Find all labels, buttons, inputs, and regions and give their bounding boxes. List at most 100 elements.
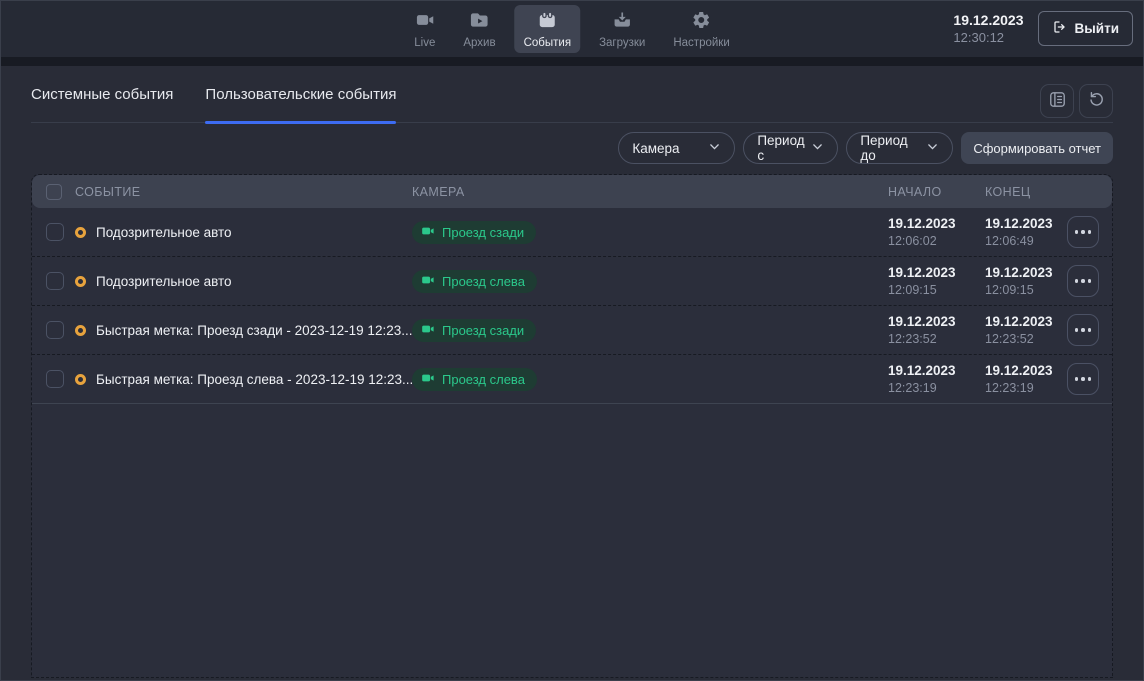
- logout-icon: [1052, 19, 1068, 38]
- start-date: 19.12.2023: [888, 313, 985, 331]
- orange-ring-icon: [75, 227, 86, 238]
- event-name: Подозрительное авто: [96, 225, 232, 240]
- nav-label: События: [524, 37, 571, 49]
- column-header-event: СОБЫТИЕ: [75, 185, 412, 199]
- content: Системные события Пользовательские событ…: [1, 66, 1143, 680]
- video-camera-icon: [421, 224, 435, 241]
- events-table: СОБЫТИЕ КАМЕРА НАЧАЛО КОНЕЦ Подозрительн…: [31, 174, 1113, 678]
- table-row: Подозрительное авто Проезд слева 19.12.2…: [32, 257, 1112, 306]
- end-time: 12:23:52: [985, 331, 1063, 347]
- nav-label: Настройки: [673, 37, 729, 49]
- filter-period-from-dropdown[interactable]: Период с: [743, 132, 838, 164]
- filter-camera-dropdown[interactable]: Камера: [618, 132, 735, 164]
- row-actions-button[interactable]: [1067, 363, 1099, 395]
- filterbar: Камера Период с Период до Сформировать о…: [31, 132, 1113, 164]
- end-date: 19.12.2023: [985, 215, 1063, 233]
- row-actions-button[interactable]: [1067, 216, 1099, 248]
- start-time: 12:09:15: [888, 282, 985, 298]
- event-name: Подозрительное авто: [96, 274, 232, 289]
- refresh-icon: [1087, 90, 1106, 112]
- table-row: Быстрая метка: Проезд слева - 2023-12-19…: [32, 355, 1112, 404]
- app-window: Live Архив События Загрузки: [0, 0, 1144, 681]
- camera-name: Проезд сзади: [442, 225, 524, 240]
- tab-system-events[interactable]: Системные события: [31, 66, 173, 122]
- chevron-down-icon: [811, 140, 824, 156]
- orange-ring-icon: [75, 276, 86, 287]
- video-camera-icon: [415, 10, 435, 33]
- nav-label: Live: [414, 37, 435, 49]
- end-time: 12:06:49: [985, 233, 1063, 249]
- start-date: 19.12.2023: [888, 215, 985, 233]
- start-time: 12:23:19: [888, 380, 985, 396]
- column-header-start: НАЧАЛО: [888, 185, 985, 199]
- select-all-checkbox[interactable]: [46, 184, 62, 200]
- chevron-down-icon: [708, 140, 721, 156]
- event-name: Быстрая метка: Проезд слева - 2023-12-19…: [96, 372, 412, 387]
- video-camera-icon: [421, 273, 435, 290]
- camera-badge: Проезд слева: [412, 368, 537, 391]
- logout-label: Выйти: [1075, 21, 1120, 36]
- events-calendar-icon: [537, 10, 557, 33]
- end-date: 19.12.2023: [985, 362, 1063, 380]
- start-time: 12:06:02: [888, 233, 985, 249]
- downloads-icon: [612, 10, 632, 33]
- tab-label: Системные события: [31, 86, 173, 103]
- video-camera-icon: [421, 322, 435, 339]
- row-checkbox[interactable]: [46, 223, 64, 241]
- event-name: Быстрая метка: Проезд сзади - 2023-12-19…: [96, 323, 412, 338]
- column-header-camera: КАМЕРА: [412, 185, 888, 199]
- table-empty-area: [32, 404, 1112, 677]
- refresh-button[interactable]: [1079, 84, 1113, 118]
- end-date: 19.12.2023: [985, 264, 1063, 282]
- camera-badge: Проезд сзади: [412, 221, 536, 244]
- main-nav: Live Архив События Загрузки: [405, 1, 739, 57]
- topbar-right: 19.12.2023 12:30:12 Выйти: [953, 11, 1143, 46]
- row-actions-button[interactable]: [1067, 314, 1099, 346]
- nav-item-live[interactable]: Live: [405, 5, 444, 53]
- camera-name: Проезд слева: [442, 372, 525, 387]
- table-row: Подозрительное авто Проезд сзади 19.12.2…: [32, 208, 1112, 257]
- report-journal-button[interactable]: [1040, 84, 1074, 118]
- column-header-end: КОНЕЦ: [985, 185, 1063, 199]
- tab-user-events[interactable]: Пользовательские события: [205, 66, 396, 122]
- nav-item-events[interactable]: События: [515, 5, 580, 53]
- start-time: 12:23:52: [888, 331, 985, 347]
- archive-folder-icon: [469, 10, 489, 33]
- camera-badge: Проезд слева: [412, 270, 537, 293]
- settings-gear-icon: [692, 10, 712, 33]
- filter-label: Период до: [860, 133, 926, 163]
- filter-label: Период с: [757, 133, 811, 163]
- logout-button[interactable]: Выйти: [1038, 11, 1134, 46]
- nav-item-archive[interactable]: Архив: [454, 5, 504, 53]
- row-checkbox[interactable]: [46, 370, 64, 388]
- current-date: 19.12.2023: [953, 11, 1023, 29]
- nav-item-settings[interactable]: Настройки: [664, 5, 738, 53]
- nav-label: Архив: [463, 37, 495, 49]
- row-checkbox[interactable]: [46, 272, 64, 290]
- current-time: 12:30:12: [953, 30, 1023, 47]
- camera-name: Проезд слева: [442, 274, 525, 289]
- tabbar: Системные события Пользовательские событ…: [31, 66, 1113, 123]
- filter-period-to-dropdown[interactable]: Период до: [846, 132, 953, 164]
- filter-label: Камера: [632, 141, 679, 156]
- topbar: Live Архив События Загрузки: [1, 1, 1143, 57]
- row-checkbox[interactable]: [46, 321, 64, 339]
- generate-report-button[interactable]: Сформировать отчет: [961, 132, 1113, 164]
- start-date: 19.12.2023: [888, 362, 985, 380]
- nav-label: Загрузки: [599, 37, 645, 49]
- camera-name: Проезд сзади: [442, 323, 524, 338]
- topbar-divider: [1, 57, 1143, 66]
- end-time: 12:23:19: [985, 380, 1063, 396]
- report-journal-icon: [1048, 90, 1067, 112]
- tab-label: Пользовательские события: [205, 86, 396, 103]
- table-row: Быстрая метка: Проезд сзади - 2023-12-19…: [32, 306, 1112, 355]
- row-actions-button[interactable]: [1067, 265, 1099, 297]
- orange-ring-icon: [75, 325, 86, 336]
- end-date: 19.12.2023: [985, 313, 1063, 331]
- start-date: 19.12.2023: [888, 264, 985, 282]
- camera-badge: Проезд сзади: [412, 319, 536, 342]
- tab-actions: [1040, 84, 1113, 118]
- nav-item-downloads[interactable]: Загрузки: [590, 5, 654, 53]
- chevron-down-icon: [926, 140, 939, 156]
- datetime: 19.12.2023 12:30:12: [953, 11, 1023, 46]
